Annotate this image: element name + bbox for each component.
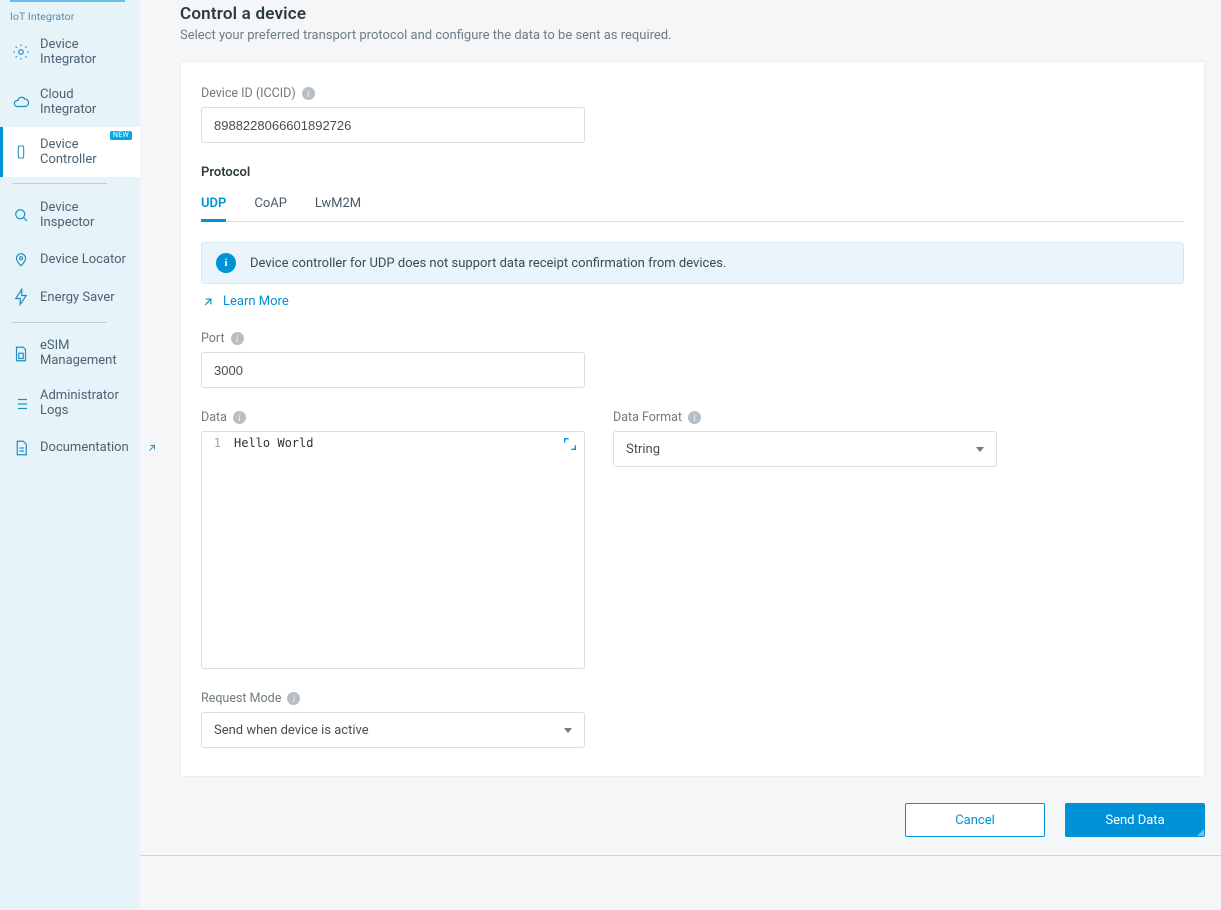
form-footer: Cancel Send Data [140,777,1221,855]
info-icon[interactable]: i [287,692,300,705]
sidebar-item-label: Device Locator [40,252,126,267]
data-row: Data i 1 Hello World Data Format i [201,410,1184,669]
sidebar-item-label: Cloud Integrator [40,87,130,117]
form-card: Device ID (ICCID) i Protocol UDP CoAP Lw… [180,61,1205,777]
sidebar-item-label: Energy Saver [40,290,115,305]
sidebar-divider [12,183,107,184]
info-message: Device controller for UDP does not suppo… [250,256,726,271]
sidebar-item-device-inspector[interactable]: Device Inspector [0,190,140,240]
request-mode-select[interactable]: Send when device is active [201,712,585,748]
request-mode-value: Send when device is active [214,723,369,738]
document-icon [12,439,30,457]
editor-gutter: 1 [202,432,228,668]
device-id-label: Device ID (ICCID) [201,86,296,101]
sidebar-item-cloud-integrator[interactable]: Cloud Integrator [0,77,140,127]
sidebar-item-admin-logs[interactable]: Administrator Logs [0,379,140,429]
data-field: Data i 1 Hello World [201,410,585,669]
location-pin-icon [12,250,30,268]
sidebar-item-energy-saver[interactable]: Energy Saver [0,278,140,316]
chevron-down-icon [564,728,572,733]
sidebar-item-label: eSIM Management [40,339,130,369]
sidebar-item-device-controller[interactable]: Device Controller NEW [0,127,140,177]
sidebar-divider [12,322,107,323]
sim-card-icon [12,345,30,363]
info-icon[interactable]: i [233,411,246,424]
tab-coap[interactable]: CoAP [254,190,287,221]
sidebar-item-esim-management[interactable]: eSIM Management [0,329,140,379]
external-link-icon [143,439,161,457]
learn-more-link[interactable]: Learn More [201,294,289,309]
data-format-select[interactable]: String [613,431,997,467]
info-circle-icon: i [216,253,236,273]
data-format-field: Data Format i String [613,410,997,467]
data-format-value: String [626,442,660,457]
list-icon [12,395,30,413]
tab-lwm2m[interactable]: LwM2M [315,190,361,221]
page-title: Control a device [180,4,1181,24]
sidebar-item-label: Administrator Logs [40,389,130,419]
page-subtitle: Select your preferred transport protocol… [180,28,1181,43]
port-label: Port [201,331,225,346]
footer-divider [140,855,1221,856]
main-content: Control a device Select your preferred t… [140,0,1221,910]
sidebar-item-label: Device Controller [40,137,130,167]
sidebar-item-documentation[interactable]: Documentation [0,429,140,467]
info-banner: i Device controller for UDP does not sup… [201,242,1184,284]
cancel-button[interactable]: Cancel [905,803,1045,837]
port-field: Port i [201,331,585,388]
sidebar-section-label: IoT Integrator [0,4,140,27]
lightning-icon [12,288,30,306]
data-editor[interactable]: 1 Hello World [201,431,585,669]
info-icon[interactable]: i [231,332,244,345]
sidebar-item-device-integrator[interactable]: Device Integrator [0,27,140,77]
page-header: Control a device Select your preferred t… [140,0,1221,61]
device-id-field: Device ID (ICCID) i [201,86,585,143]
tab-udp[interactable]: UDP [201,190,226,221]
sidebar-item-device-locator[interactable]: Device Locator [0,240,140,278]
learn-more-label: Learn More [223,294,289,309]
expand-icon[interactable] [562,436,578,452]
request-mode-label: Request Mode [201,691,281,706]
send-data-button[interactable]: Send Data [1065,803,1205,837]
info-icon[interactable]: i [688,411,701,424]
device-id-input[interactable] [201,107,585,143]
protocol-heading: Protocol [201,165,1184,180]
device-icon [12,143,30,161]
cloud-icon [12,93,30,111]
new-badge: NEW [110,131,132,140]
app-root: IoT Integrator Device Integrator Cloud I… [0,0,1221,910]
magnifier-icon [12,206,30,224]
sidebar-item-label: Documentation [40,440,129,455]
data-format-label: Data Format [613,410,682,425]
port-input[interactable] [201,352,585,388]
gear-cloud-icon [12,43,30,61]
sidebar-item-label: Device Inspector [40,200,130,230]
data-label: Data [201,410,227,425]
protocol-tabs: UDP CoAP LwM2M [201,190,1184,222]
sidebar-top-accent [10,0,125,2]
editor-content[interactable]: Hello World [228,432,584,668]
info-icon[interactable]: i [302,87,315,100]
sidebar-item-label: Device Integrator [40,37,130,67]
request-mode-field: Request Mode i Send when device is activ… [201,691,585,748]
sidebar: IoT Integrator Device Integrator Cloud I… [0,0,140,910]
chevron-down-icon [976,447,984,452]
external-arrow-icon [201,295,215,309]
